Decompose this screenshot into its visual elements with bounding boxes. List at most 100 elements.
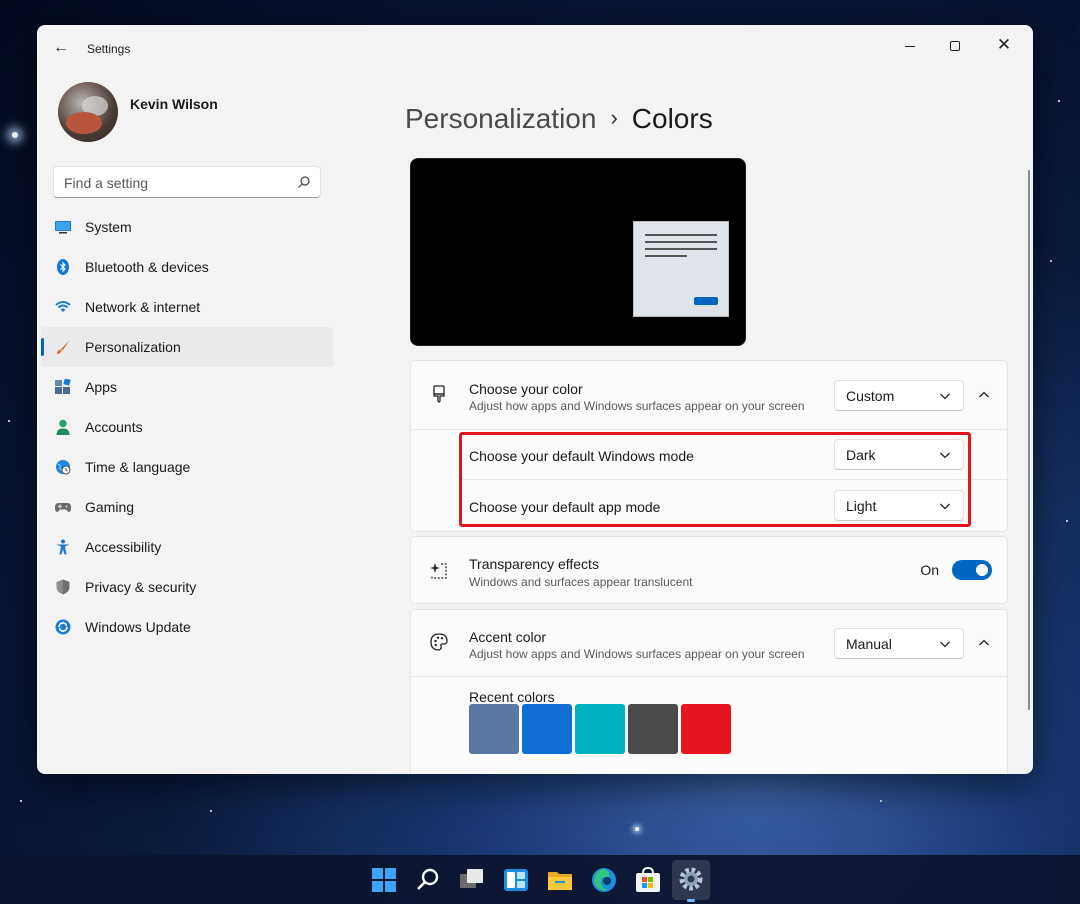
brush-icon xyxy=(57,340,70,354)
sidebar-item-time-language[interactable]: Time & language xyxy=(41,447,333,487)
star xyxy=(1050,260,1052,262)
sidebar-item-label: Time & language xyxy=(85,459,191,475)
sidebar-item-network[interactable]: Network & internet xyxy=(41,287,333,327)
sidebar-item-label: Apps xyxy=(85,379,117,395)
maximize-icon xyxy=(950,41,960,52)
bluetooth-icon xyxy=(57,259,69,275)
widgets-icon[interactable] xyxy=(501,865,531,895)
maximize-button[interactable] xyxy=(932,31,978,59)
breadcrumb-parent[interactable]: Personalization xyxy=(405,103,596,134)
avatar-detail xyxy=(66,112,102,134)
taskbar xyxy=(0,855,1080,904)
choose-color-subtitle: Adjust how apps and Windows surfaces app… xyxy=(469,399,805,413)
sparkle-icon xyxy=(430,563,447,579)
star xyxy=(210,810,212,812)
divider xyxy=(411,429,1007,430)
store-icon[interactable] xyxy=(633,865,663,895)
sidebar-item-apps[interactable]: Apps xyxy=(41,367,333,407)
transparency-card: Transparency effects Windows and surface… xyxy=(410,536,1008,604)
sidebar-item-gaming[interactable]: Gaming xyxy=(41,487,333,527)
shield-icon xyxy=(56,579,70,595)
accent-subtitle: Adjust how apps and Windows surfaces app… xyxy=(469,647,805,661)
theme-preview xyxy=(410,158,746,346)
recent-color-swatch[interactable] xyxy=(522,704,572,754)
star xyxy=(1058,100,1060,102)
chevron-down-icon xyxy=(940,393,950,400)
accent-title: Accent color xyxy=(469,629,547,645)
sidebar-item-windows-update[interactable]: Windows Update xyxy=(41,607,333,647)
preview-line xyxy=(645,241,717,243)
back-button[interactable]: ← xyxy=(49,37,73,59)
recent-color-swatch[interactable] xyxy=(469,704,519,754)
search-icon[interactable] xyxy=(413,865,443,895)
recent-color-swatch[interactable] xyxy=(681,704,731,754)
accent-dropdown[interactable]: Manual xyxy=(834,628,964,659)
scrollbar[interactable] xyxy=(1028,170,1030,710)
recent-color-swatch[interactable] xyxy=(575,704,625,754)
chevron-up-icon[interactable] xyxy=(978,389,990,401)
sidebar-item-label: Privacy & security xyxy=(85,579,197,595)
update-icon xyxy=(55,619,71,635)
minimize-button[interactable] xyxy=(887,31,933,59)
choose-color-title: Choose your color xyxy=(469,381,583,397)
highlight-box xyxy=(459,432,971,527)
search-box[interactable]: Find a setting xyxy=(53,166,321,198)
sidebar-item-label: Network & internet xyxy=(85,299,201,315)
recent-colors-label: Recent colors xyxy=(469,689,555,705)
transparency-subtitle: Windows and surfaces appear translucent xyxy=(469,575,693,589)
page-title: Colors xyxy=(631,103,713,134)
preview-button xyxy=(694,297,718,305)
star xyxy=(635,827,639,831)
sidebar-item-label: Personalization xyxy=(85,339,181,355)
sidebar-item-system[interactable]: System xyxy=(41,207,333,247)
active-app-indicator xyxy=(687,899,695,902)
toggle-state-label: On xyxy=(920,562,939,578)
start-icon[interactable] xyxy=(369,865,399,895)
breadcrumb: Personalization › Colors xyxy=(405,103,713,135)
accessibility-icon xyxy=(56,539,70,555)
apps-icon xyxy=(55,379,71,394)
choose-color-dropdown[interactable]: Custom xyxy=(834,380,964,411)
user-name: Kevin Wilson xyxy=(130,96,218,112)
transparency-toggle[interactable] xyxy=(952,560,992,580)
breadcrumb-separator: › xyxy=(610,105,618,130)
star xyxy=(8,420,10,422)
preview-line xyxy=(645,248,717,250)
sidebar-item-label: Bluetooth & devices xyxy=(85,259,209,275)
dropdown-value: Manual xyxy=(846,636,892,652)
gear-icon xyxy=(679,867,703,891)
settings-taskbar-button[interactable] xyxy=(672,860,710,900)
sidebar-item-personalization[interactable]: Personalization xyxy=(41,327,333,367)
edge-icon[interactable] xyxy=(589,865,619,895)
sidebar-item-accounts[interactable]: Accounts xyxy=(41,407,333,447)
preview-line xyxy=(645,255,687,257)
preview-line xyxy=(645,234,717,236)
sidebar-item-label: Accessibility xyxy=(85,539,162,555)
close-button[interactable]: ✕ xyxy=(981,31,1027,59)
file-explorer-icon[interactable] xyxy=(545,865,575,895)
controller-icon xyxy=(55,503,71,512)
chevron-up-icon[interactable] xyxy=(978,637,990,649)
star xyxy=(880,800,882,802)
recent-color-swatch[interactable] xyxy=(628,704,678,754)
title-bar: ← Settings ✕ xyxy=(37,25,1033,71)
wifi-icon xyxy=(55,301,71,312)
monitor-icon xyxy=(55,221,71,234)
task-view-icon[interactable] xyxy=(457,865,487,895)
sidebar-item-bluetooth[interactable]: Bluetooth & devices xyxy=(41,247,333,287)
divider xyxy=(411,676,1007,677)
globe-clock-icon xyxy=(56,460,71,475)
chevron-down-icon xyxy=(940,641,950,648)
search-input[interactable]: Find a setting xyxy=(64,175,148,191)
star xyxy=(1066,520,1068,522)
sidebar-item-privacy[interactable]: Privacy & security xyxy=(41,567,333,607)
sidebar-item-label: Windows Update xyxy=(85,619,191,635)
preview-window xyxy=(633,221,729,317)
dropdown-value: Custom xyxy=(846,388,895,404)
sidebar-nav: System Bluetooth & devices Network & int… xyxy=(37,207,337,647)
person-icon xyxy=(56,419,70,435)
avatar[interactable] xyxy=(58,82,118,142)
settings-window: ← Settings ✕ Kevin Wilson Find a setting… xyxy=(37,25,1033,774)
sidebar-item-accessibility[interactable]: Accessibility xyxy=(41,527,333,567)
minimize-icon xyxy=(905,45,915,47)
